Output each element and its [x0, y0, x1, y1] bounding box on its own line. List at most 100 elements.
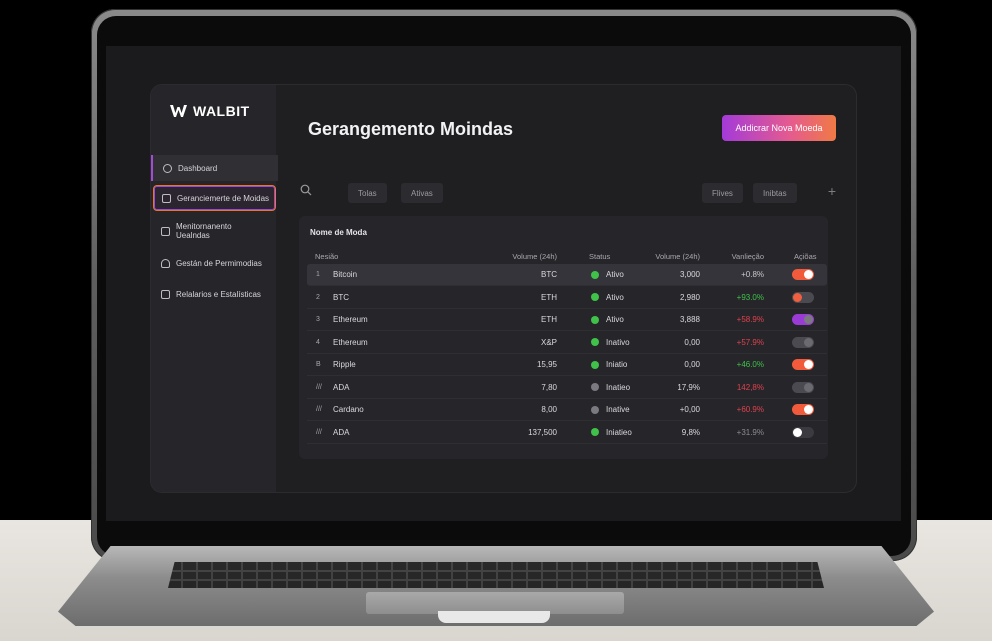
sidebar-item-label: Menitornanento Uealndas — [176, 222, 232, 240]
active-toggle[interactable] — [792, 404, 814, 415]
status-cell: Ativo — [591, 264, 624, 285]
row-index: /// — [316, 428, 322, 436]
coin-name: ADA — [333, 382, 350, 392]
status-text: Iniatieo — [606, 427, 632, 437]
laptop-screen: WALBIT Dashboard Geranciemerte de Moidas… — [106, 46, 901, 521]
coin-name: BTC — [333, 292, 349, 302]
coins-icon — [162, 193, 171, 203]
toggle-knob — [804, 270, 813, 279]
actions-cell — [792, 309, 814, 330]
table-row[interactable]: 2 BTC ETH Ativo 2,980 +93.0% — [307, 287, 827, 309]
sidebar-item-label: Gestán de Permimodias — [176, 258, 262, 268]
table-row[interactable]: /// Cardano 8,00 Inative +0,00 +60.9% — [307, 399, 827, 421]
header-status[interactable]: Status — [589, 248, 610, 264]
status-dot-icon — [591, 293, 599, 301]
actions-cell — [792, 422, 814, 443]
actions-cell — [792, 399, 814, 420]
sidebar: WALBIT Dashboard Geranciemerte de Moidas… — [151, 85, 278, 492]
actions-cell — [792, 354, 814, 375]
status-cell: Iniatio — [591, 354, 627, 375]
toggle-knob — [793, 292, 802, 302]
active-toggle[interactable] — [792, 426, 814, 438]
home-icon — [163, 163, 172, 173]
filter-toolbar: Tolas Ativas Flives Inibtas + — [292, 177, 840, 207]
table-row[interactable]: 3 Ethereum ETH Ativo 3,888 +58.9% — [307, 309, 827, 331]
header-actions: Açiõas — [794, 251, 817, 261]
row-index: B — [316, 361, 321, 368]
active-toggle[interactable] — [792, 336, 814, 348]
coin-volume: 137,500 — [528, 427, 557, 437]
toggle-knob — [804, 360, 813, 369]
actions-cell — [792, 332, 814, 353]
sidebar-item-dashboard[interactable]: Dashboard — [151, 155, 278, 181]
table-row[interactable]: B Ripple 15,95 Iniatio 0,00 +46.0% — [307, 354, 827, 376]
active-toggle[interactable] — [792, 291, 814, 303]
sidebar-item-permissoes[interactable]: Gestán de Permimodias — [151, 255, 276, 271]
status-cell: Ativo — [591, 287, 624, 308]
coin-name: ADA — [333, 427, 350, 437]
active-toggle[interactable] — [792, 314, 814, 325]
logo-text: WALBIT — [193, 103, 250, 119]
status-text: Ativo — [606, 270, 624, 279]
status-dot-icon — [591, 315, 599, 324]
coin-volume: 15,95 — [536, 360, 557, 369]
coin-name: Ripple — [333, 360, 356, 369]
laptop-opening-notch — [438, 611, 550, 623]
coin-name: Bitcoin — [333, 270, 358, 279]
coin-variation: +31.9% — [736, 427, 764, 437]
search-icon[interactable] — [300, 184, 312, 196]
coin-volume-2: 9,8% — [681, 427, 700, 437]
coin-variation: +0.8% — [741, 270, 764, 279]
sidebar-item-monitoramento[interactable]: Menitornanento Uealndas — [151, 220, 276, 242]
add-filter-button[interactable]: + — [828, 183, 836, 199]
header-variation[interactable]: Vanlieção — [715, 248, 764, 264]
coin-variation: +60.9% — [736, 405, 764, 414]
toggle-knob — [804, 337, 813, 347]
actions-cell — [792, 377, 814, 398]
walbit-logo-icon — [170, 105, 187, 117]
active-toggle[interactable] — [792, 359, 814, 370]
filter-chip-ativas[interactable]: Ativas — [401, 183, 443, 203]
table-row[interactable]: /// ADA 7,80 Inatieo 17,9% 142,8% — [307, 377, 827, 399]
toggle-knob — [804, 405, 813, 414]
status-cell: Ativo — [591, 309, 624, 330]
sidebar-item-label: Relalarios e Estalísticas — [176, 289, 261, 299]
coin-volume-2: 3,000 — [679, 270, 700, 279]
table-row[interactable]: 1 Bitcoin BTC Ativo 3,000 +0.8% — [307, 264, 827, 286]
coin-volume-2: 0,00 — [684, 360, 700, 369]
row-index: 4 — [316, 338, 320, 346]
status-dot-icon — [591, 383, 599, 391]
status-dot-icon — [591, 360, 599, 369]
filter-chip-todas[interactable]: Tolas — [348, 183, 387, 203]
coin-variation: +93.0% — [736, 292, 764, 302]
status-text: Iniatio — [606, 360, 628, 369]
active-toggle[interactable] — [792, 381, 814, 393]
app-window: WALBIT Dashboard Geranciemerte de Moidas… — [150, 84, 857, 493]
table-row[interactable]: 4 Ethereum X&P Inativo 0,00 +57.9% — [307, 332, 827, 354]
laptop-keyboard — [168, 562, 824, 588]
table-header: Nesião Volume (24h) Status Volume (24h) … — [307, 248, 827, 264]
header-name[interactable]: Nesião — [315, 248, 338, 264]
sidebar-item-label: Dashboard — [178, 163, 218, 173]
coin-variation: 142,8% — [736, 382, 764, 392]
filter-chip-inibtas[interactable]: Inibtas — [753, 183, 797, 203]
active-toggle[interactable] — [792, 269, 814, 280]
status-dot-icon — [591, 428, 599, 436]
header-volume-2[interactable]: Volume (24h) — [655, 248, 700, 264]
logo[interactable]: WALBIT — [170, 103, 250, 119]
header-volume[interactable]: Volume (24h) — [507, 248, 557, 264]
filter-chip-flives[interactable]: Flives — [702, 183, 743, 203]
status-cell: Iniatieo — [591, 422, 632, 443]
status-text: Ativo — [606, 292, 624, 302]
add-coin-button[interactable]: Addicrar Nova Moeda — [722, 115, 836, 141]
table-row[interactable]: /// ADA 137,500 Iniatieo 9,8% +31.9% — [307, 422, 827, 444]
status-text: Inative — [606, 405, 630, 414]
sidebar-item-gerenciamento-moedas[interactable]: Geranciemerte de Moidas — [153, 185, 276, 211]
row-index: 3 — [316, 316, 320, 323]
monitor-icon — [161, 226, 170, 236]
coin-volume: X&P — [540, 337, 557, 347]
toggle-knob — [793, 427, 802, 437]
status-dot-icon — [591, 338, 599, 346]
sidebar-item-relatorios[interactable]: Relalarios e Estalísticas — [151, 286, 276, 302]
status-text: Inativo — [606, 337, 630, 347]
